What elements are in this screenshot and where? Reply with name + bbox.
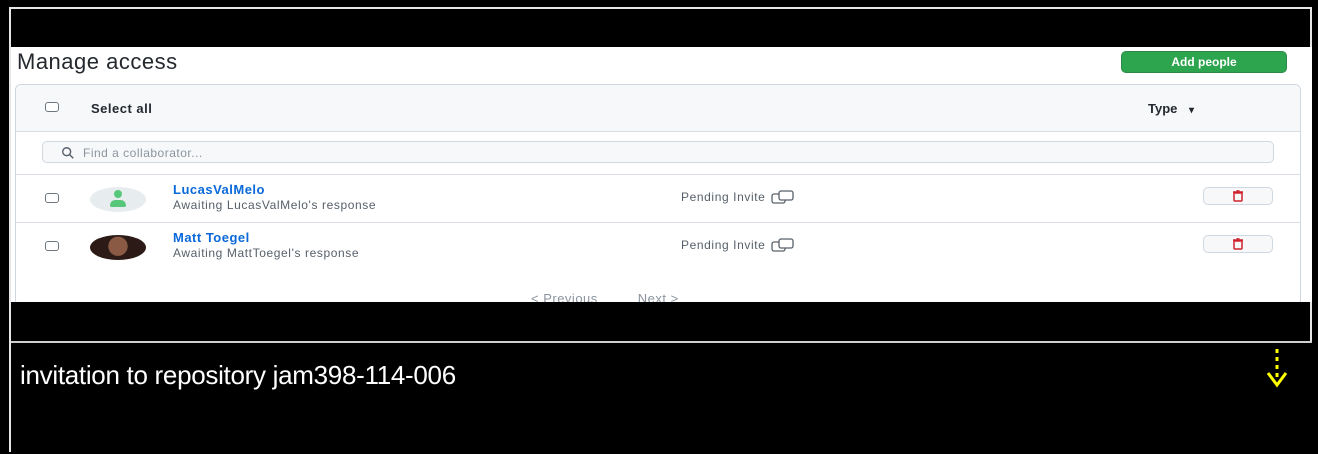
remove-collaborator-button[interactable] [1203,187,1273,205]
remove-collaborator-button[interactable] [1203,235,1273,253]
page-title: Manage access [17,49,178,74]
photo-avatar [90,235,146,260]
caption-text: invitation to repository jam398-114-006 [20,360,456,390]
invite-status: Pending Invite [681,190,795,204]
table-row: LucasValMelo Awaiting LucasValMelo's res… [16,174,1300,223]
row-checkbox[interactable] [45,241,59,251]
down-arrow-icon [1266,349,1288,388]
collaborators-box: Select all Type ▾ LucasValMelo Awaiting … [15,84,1301,302]
select-all-label: Select all [91,101,153,116]
invite-status-label: Pending Invite [681,190,766,204]
row-checkbox[interactable] [45,193,59,203]
manage-access-panel: Manage access Add people Select all Type… [11,47,1312,302]
search-icon [62,147,74,159]
collaborator-subtitle: Awaiting MattToegel's response [173,246,360,260]
pagination: < Previous Next > [531,291,679,302]
trash-icon [1233,190,1243,202]
default-avatar [90,187,146,212]
type-filter-label: Type [1148,101,1178,116]
table-row: Matt Toegel Awaiting MattToegel's respon… [16,222,1300,271]
type-filter-dropdown[interactable]: Type ▾ [1148,101,1194,116]
next-page-button[interactable]: Next > [638,291,679,302]
collaborator-name[interactable]: LucasValMelo [173,182,265,197]
search-box[interactable] [42,141,1274,163]
list-header: Select all Type ▾ [16,85,1300,132]
collaborator-name[interactable]: Matt Toegel [173,230,250,245]
invite-status: Pending Invite [681,238,795,252]
copy-icon[interactable] [771,238,795,252]
caption-bar: invitation to repository jam398-114-006 [11,341,1312,454]
copy-icon[interactable] [771,190,795,204]
trash-icon [1233,238,1243,250]
collaborator-subtitle: Awaiting LucasValMelo's response [173,198,377,212]
search-input[interactable] [81,144,1265,162]
select-all-checkbox[interactable] [45,102,59,112]
invite-status-label: Pending Invite [681,238,766,252]
chevron-down-icon: ▾ [1189,105,1195,116]
previous-page-button[interactable]: < Previous [531,291,598,302]
add-people-button[interactable]: Add people [1121,51,1287,73]
